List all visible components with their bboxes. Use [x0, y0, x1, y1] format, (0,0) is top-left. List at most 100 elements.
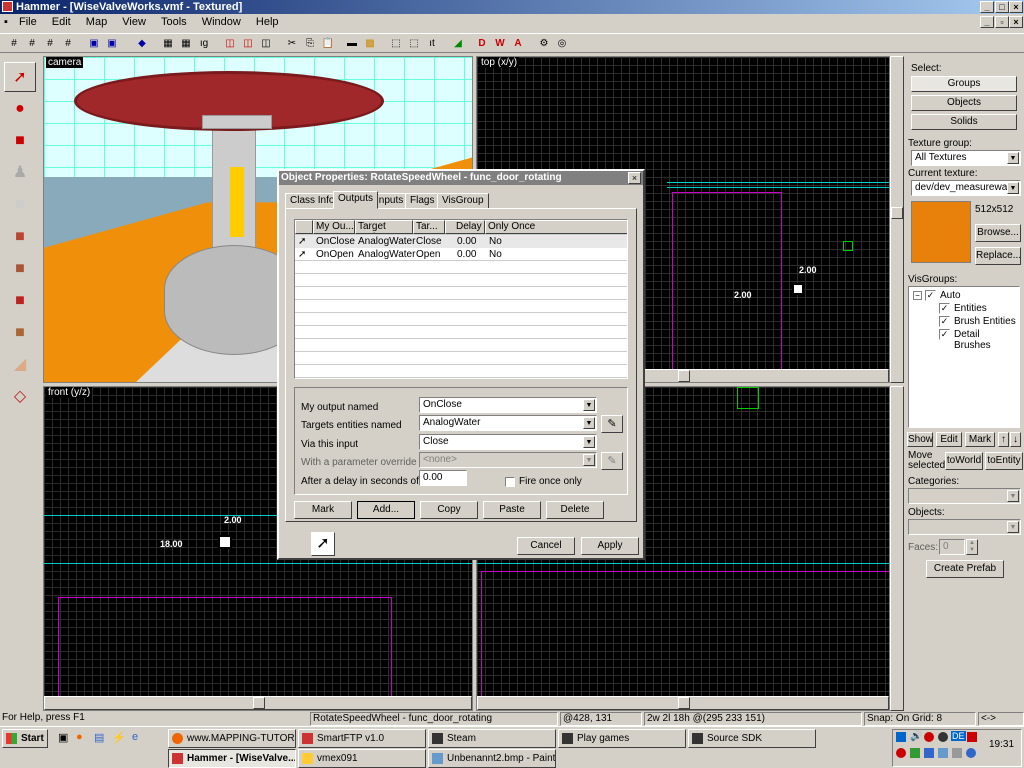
- delete-button[interactable]: Delete: [546, 501, 604, 519]
- camera-tool-icon[interactable]: ■: [4, 126, 36, 156]
- language-indicator[interactable]: DE: [951, 731, 966, 741]
- current-texture-select[interactable]: dev/dev_measurewall0 ▼: [911, 180, 1021, 196]
- decal-tool-icon[interactable]: ■: [4, 286, 36, 316]
- grid-toggle-icon[interactable]: #: [6, 36, 22, 51]
- task-steam[interactable]: Steam: [428, 729, 556, 748]
- side-hscroll-thumb[interactable]: [678, 697, 690, 709]
- texture-lock-icon[interactable]: ıg: [196, 36, 212, 51]
- selection-tool-icon[interactable]: ➚: [4, 62, 36, 92]
- menu-edit[interactable]: Edit: [46, 14, 77, 28]
- paste-button[interactable]: Paste: [483, 501, 541, 519]
- select-objects-button[interactable]: Objects: [911, 95, 1017, 111]
- overlay-tool-icon[interactable]: ■: [4, 318, 36, 348]
- winamp-icon[interactable]: ⚡: [112, 731, 126, 744]
- visgroup-checkbox-brush-entities[interactable]: ✓: [939, 316, 950, 327]
- col-target-entity[interactable]: Target Entity: [355, 220, 413, 234]
- delay-input[interactable]: 0.00: [419, 470, 467, 486]
- menu-file[interactable]: File: [13, 14, 43, 28]
- vertex-tool-icon[interactable]: ◇: [4, 382, 36, 412]
- apply-button[interactable]: Apply: [581, 537, 639, 555]
- tray-icon-1[interactable]: [896, 732, 906, 742]
- chevron-down-icon[interactable]: ▼: [583, 436, 595, 448]
- mark-visgroup-button[interactable]: Mark: [965, 432, 995, 447]
- top-vscroll-thumb[interactable]: [891, 207, 903, 219]
- cancel-button[interactable]: Cancel: [517, 537, 575, 555]
- entity-tool-icon[interactable]: ♟: [4, 158, 36, 188]
- wireframe-icon[interactable]: ▬: [344, 36, 360, 51]
- tray-icon-6[interactable]: [967, 732, 977, 742]
- tray-icon-7[interactable]: [896, 748, 906, 758]
- col-icon[interactable]: [295, 220, 313, 234]
- dialog-close-button[interactable]: ×: [628, 172, 641, 184]
- create-prefab-button[interactable]: Create Prefab: [926, 560, 1004, 578]
- doc-close-button[interactable]: ×: [1009, 16, 1023, 28]
- camera-view-icon[interactable]: ▦: [160, 36, 176, 51]
- visgroup-detail-brushes[interactable]: Detail Brushes: [954, 329, 1019, 351]
- select-solids-button[interactable]: Solids: [911, 114, 1017, 130]
- table-row[interactable]: ➚ OnOpen AnalogWater Open 0.00 No: [295, 248, 627, 261]
- front-hscroll-thumb[interactable]: [253, 697, 265, 709]
- 3d-grid-icon[interactable]: #: [24, 36, 40, 51]
- hide-icon[interactable]: ◆: [134, 36, 150, 51]
- top-vscrollbar[interactable]: [890, 56, 904, 383]
- texture-preview[interactable]: [911, 201, 971, 263]
- add-button[interactable]: Add...: [357, 501, 415, 519]
- menu-view[interactable]: View: [116, 14, 152, 28]
- snap-icon[interactable]: ⬚: [406, 36, 422, 51]
- task-paint[interactable]: Unbenannt2.bmp - Paint: [428, 749, 556, 768]
- copy-button[interactable]: Copy: [420, 501, 478, 519]
- visgroup-checkbox-entities[interactable]: ✓: [939, 303, 950, 314]
- block-tool-icon[interactable]: ■: [4, 190, 36, 220]
- visgroup-checkbox-auto[interactable]: ✓: [925, 290, 936, 301]
- table-row[interactable]: ➚ OnClose AnalogWater Close 0.00 No: [295, 235, 627, 248]
- col-delay[interactable]: Delay: [445, 220, 485, 234]
- visgroup-entities[interactable]: Entities: [954, 303, 987, 314]
- move-up-icon[interactable]: ↑: [998, 432, 1009, 447]
- tray-icon-11[interactable]: [952, 748, 962, 758]
- volume-icon[interactable]: 🔊: [910, 731, 922, 742]
- maximize-button[interactable]: □: [995, 1, 1009, 13]
- entity-report-icon[interactable]: ▦: [178, 36, 194, 51]
- make-hollow-icon[interactable]: ◫: [240, 36, 256, 51]
- move-down-icon[interactable]: ↓: [1010, 432, 1021, 447]
- chevron-down-icon[interactable]: ▼: [583, 417, 595, 429]
- copy-icon[interactable]: ⎘: [302, 36, 318, 51]
- display-models-icon[interactable]: W: [492, 36, 508, 51]
- to-entity-button[interactable]: toEntity: [985, 452, 1023, 470]
- display-helpers-icon[interactable]: D: [474, 36, 490, 51]
- edit-button[interactable]: Edit: [936, 432, 962, 447]
- cut-icon[interactable]: ✂: [284, 36, 300, 51]
- task-mapping-tutorial[interactable]: www.MAPPING-TUTORIA...: [168, 729, 296, 748]
- clip-icon[interactable]: ◫: [258, 36, 274, 51]
- visgroup-checkbox-detail[interactable]: ✓: [939, 329, 950, 340]
- menu-tools[interactable]: Tools: [155, 14, 193, 28]
- compile-icon[interactable]: ⚙: [536, 36, 552, 51]
- texture-group-select[interactable]: All Textures ▼: [911, 150, 1021, 166]
- to-world-button[interactable]: toWorld: [945, 452, 983, 470]
- task-vmex[interactable]: vmex091: [298, 749, 426, 768]
- textured-icon[interactable]: ▩: [362, 36, 378, 51]
- chevron-down-icon[interactable]: ▼: [583, 399, 595, 411]
- menu-help[interactable]: Help: [250, 14, 285, 28]
- show-button[interactable]: Show: [907, 432, 933, 447]
- eyedropper-icon[interactable]: ✎: [601, 415, 623, 433]
- menu-window[interactable]: Window: [196, 14, 247, 28]
- chevron-down-icon[interactable]: ▼: [1007, 152, 1019, 164]
- apply-texture-icon[interactable]: ■: [4, 254, 36, 284]
- col-only-once[interactable]: Only Once: [485, 220, 627, 234]
- magnify-tool-icon[interactable]: ●: [4, 94, 36, 124]
- start-button[interactable]: Start: [2, 729, 48, 748]
- texture-tool-icon[interactable]: ■: [4, 222, 36, 252]
- close-button[interactable]: ×: [1009, 1, 1023, 13]
- tray-icon-4[interactable]: [938, 732, 948, 742]
- mark-button[interactable]: Mark: [294, 501, 352, 519]
- minimize-button[interactable]: _: [980, 1, 994, 13]
- grid-smaller-icon[interactable]: #: [42, 36, 58, 51]
- firefox-icon[interactable]: ●: [76, 731, 83, 743]
- texture-app-icon[interactable]: ıt: [424, 36, 440, 51]
- doc-restore-button[interactable]: ▫: [995, 16, 1009, 28]
- ungroup-icon[interactable]: ▣: [104, 36, 120, 51]
- tray-icon-8[interactable]: [910, 748, 920, 758]
- group-icon[interactable]: ▣: [86, 36, 102, 51]
- tab-class-info[interactable]: Class Info: [285, 193, 340, 209]
